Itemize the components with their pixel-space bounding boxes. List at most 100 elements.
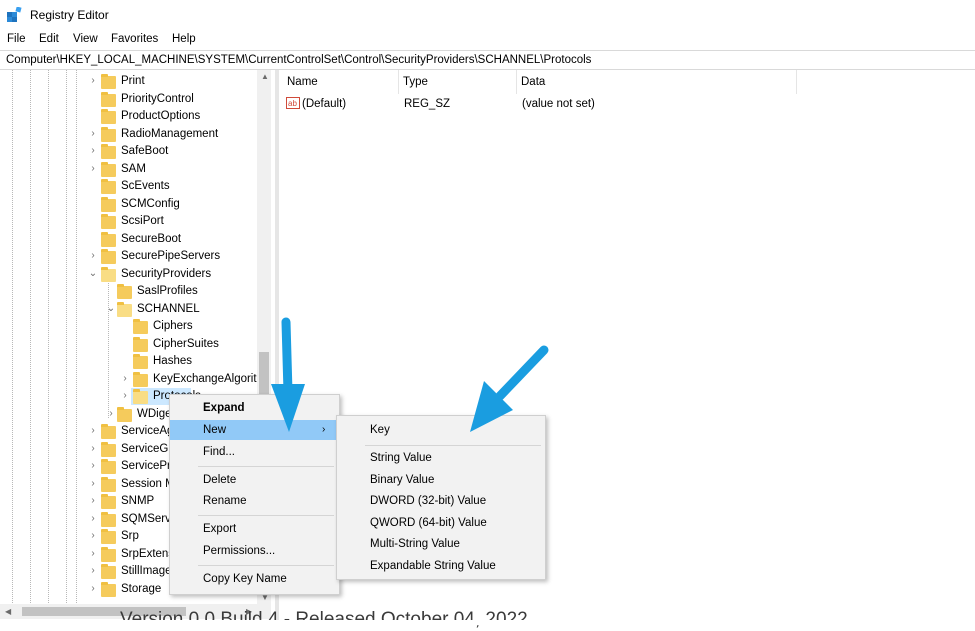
tree-item[interactable]: Ciphers <box>0 318 256 335</box>
menu-item-export[interactable]: Export <box>170 519 339 539</box>
tree-item-label: Storage <box>121 583 162 595</box>
folder-icon <box>101 564 116 579</box>
tree-item-label: SecurityProviders <box>121 268 212 280</box>
chevron-down-icon[interactable]: ⌄ <box>88 268 98 280</box>
chevron-right-icon[interactable]: › <box>88 583 98 595</box>
tree-item[interactable]: CipherSuites <box>0 336 256 353</box>
menu-file[interactable]: File <box>7 33 26 45</box>
tree-item-label: SQMServ <box>121 513 171 525</box>
menu-edit[interactable]: Edit <box>39 33 59 45</box>
folder-icon <box>101 459 116 474</box>
title-bar: Registry Editor <box>0 0 975 28</box>
menu-item-new[interactable]: New › <box>170 420 339 440</box>
tree-item[interactable]: › KeyExchangeAlgorit <box>0 371 257 388</box>
scroll-left-icon[interactable]: ◀ <box>5 607 11 616</box>
tree-item[interactable]: ScsiPort <box>0 213 256 230</box>
tree-item[interactable]: › SafeBoot <box>0 143 256 160</box>
chevron-right-icon[interactable]: › <box>88 495 98 507</box>
tree-item[interactable]: PriorityControl <box>0 91 256 108</box>
menu-item-delete[interactable]: Delete <box>170 470 339 490</box>
tree-item-label: Srp <box>121 530 139 542</box>
menu-item-string-value[interactable]: String Value <box>337 448 545 468</box>
tree-item[interactable]: SaslProfiles <box>0 283 256 300</box>
value-name[interactable]: (Default) <box>302 98 346 110</box>
tree-item[interactable]: › Print <box>0 73 256 90</box>
folder-icon <box>101 424 116 439</box>
address-bar[interactable]: Computer\HKEY_LOCAL_MACHINE\SYSTEM\Curre… <box>0 50 975 70</box>
address-path[interactable]: Computer\HKEY_LOCAL_MACHINE\SYSTEM\Curre… <box>6 54 591 66</box>
bottom-margin <box>0 620 975 625</box>
folder-icon <box>101 179 116 194</box>
tree-item[interactable]: ProductOptions <box>0 108 256 125</box>
menu-item-copy-key-name[interactable]: Copy Key Name <box>170 569 339 589</box>
svg-text:ab: ab <box>288 99 297 108</box>
menu-item-key[interactable]: Key <box>337 420 545 440</box>
column-header-data[interactable]: Data <box>521 76 545 88</box>
menu-item-multi-string-value[interactable]: Multi-String Value <box>337 534 545 554</box>
folder-icon <box>133 354 148 369</box>
chevron-right-icon[interactable]: › <box>88 145 98 157</box>
chevron-right-icon[interactable]: › <box>88 75 98 87</box>
menu-item-rename[interactable]: Rename <box>170 491 339 511</box>
tree-item[interactable]: ⌄ SecurityProviders <box>0 266 256 283</box>
tree-item-label: SrpExtens <box>121 548 175 560</box>
folder-icon <box>101 477 116 492</box>
menu-item-permissions[interactable]: Permissions... <box>170 541 339 561</box>
tree-item-label: RadioManagement <box>121 128 219 140</box>
menu-favorites[interactable]: Favorites <box>111 33 158 45</box>
tree-item[interactable]: › SecurePipeServers <box>0 248 256 265</box>
tree-item[interactable]: Hashes <box>0 353 256 370</box>
tree-item-label: SCHANNEL <box>137 303 200 315</box>
window-title: Registry Editor <box>30 8 109 22</box>
chevron-right-icon[interactable]: › <box>88 530 98 542</box>
menu-help[interactable]: Help <box>172 33 196 45</box>
tree-item-label: PriorityControl <box>121 93 194 105</box>
menu-item-binary-value[interactable]: Binary Value <box>337 470 545 490</box>
column-header-type[interactable]: Type <box>403 76 428 88</box>
folder-icon <box>133 372 148 387</box>
chevron-right-icon[interactable]: › <box>88 565 98 577</box>
folder-icon <box>101 214 116 229</box>
tree-item[interactable]: › RadioManagement <box>0 126 256 143</box>
column-divider[interactable] <box>398 70 399 94</box>
chevron-right-icon[interactable]: › <box>88 163 98 175</box>
tree-item-label: CipherSuites <box>153 338 219 350</box>
chevron-right-icon[interactable]: › <box>88 128 98 140</box>
tree-item-label: Ciphers <box>153 320 193 332</box>
tree-scroll-thumb[interactable] <box>259 352 269 396</box>
menu-item-qword-value[interactable]: QWORD (64-bit) Value <box>337 513 545 533</box>
chevron-right-icon[interactable]: › <box>120 390 130 402</box>
chevron-right-icon[interactable]: › <box>88 443 98 455</box>
scroll-up-icon[interactable]: ▲ <box>261 72 269 81</box>
folder-icon <box>101 494 116 509</box>
chevron-right-icon[interactable]: › <box>88 478 98 490</box>
column-divider[interactable] <box>516 70 517 94</box>
chevron-right-icon[interactable]: › <box>88 425 98 437</box>
folder-icon <box>117 302 132 317</box>
tree-item[interactable]: SecureBoot <box>0 231 256 248</box>
chevron-right-icon[interactable]: › <box>120 373 130 385</box>
menu-bar: File Edit View Favorites Help <box>0 30 975 50</box>
tree-item-label: WDige <box>137 408 172 420</box>
menu-view[interactable]: View <box>73 33 98 45</box>
tree-item[interactable]: ⌄ SCHANNEL <box>0 301 256 318</box>
menu-item-find[interactable]: Find... <box>170 442 339 462</box>
menu-item-dword-value[interactable]: DWORD (32-bit) Value <box>337 491 545 511</box>
folder-icon <box>117 407 132 422</box>
chevron-right-icon[interactable]: › <box>88 548 98 560</box>
chevron-right-icon[interactable]: › <box>106 408 116 420</box>
column-header-name[interactable]: Name <box>287 76 318 88</box>
tree-item-label: SafeBoot <box>121 145 169 157</box>
tree-item[interactable]: › SAM <box>0 161 256 178</box>
menu-item-expand[interactable]: Expand <box>170 398 339 418</box>
column-divider[interactable] <box>796 70 797 94</box>
tree-item[interactable]: SCMConfig <box>0 196 256 213</box>
chevron-down-icon[interactable]: ⌄ <box>106 303 116 315</box>
chevron-right-icon[interactable]: › <box>88 460 98 472</box>
menu-item-expandable-string-value[interactable]: Expandable String Value <box>337 556 545 576</box>
chevron-right-icon[interactable]: › <box>88 513 98 525</box>
chevron-right-icon[interactable]: › <box>88 250 98 262</box>
menu-separator <box>198 466 334 467</box>
tree-item[interactable]: ScEvents <box>0 178 256 195</box>
tree-item-label: Hashes <box>153 355 192 367</box>
